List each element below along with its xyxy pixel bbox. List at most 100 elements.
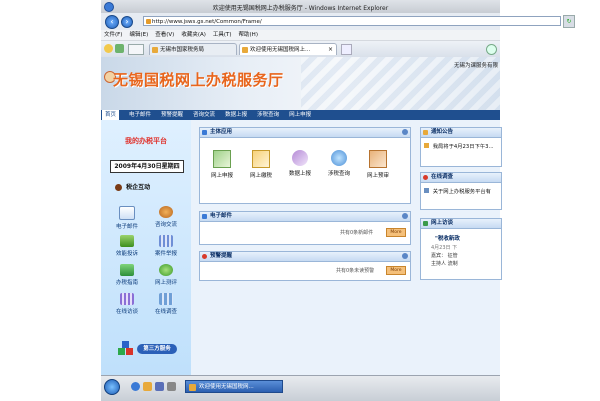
survey-text: 关于网上办税服务平台有 [432, 189, 491, 195]
nav-online-filing[interactable]: 网上申报 [289, 110, 311, 120]
sidebar-item-label: 在线访谈 [115, 309, 138, 315]
magic-wand-icon [292, 150, 308, 166]
tab-label: 无锡市国家税务局 [160, 47, 205, 53]
desktop-quicklaunch-icon[interactable] [167, 382, 176, 391]
interview-host: 主持人 流制 [431, 261, 458, 267]
sidebar-item-label: 网上测评 [154, 280, 177, 286]
menu-help[interactable]: 帮助(H) [239, 30, 258, 40]
menu-favorites[interactable]: 收藏夹(A) [181, 30, 206, 40]
sidebar-item-survey[interactable]: 在线调查 [146, 293, 186, 315]
main-nav: 首页 电子邮件 预警提醒 咨询交流 数据上报 涉税查询 网上申报 [101, 110, 500, 120]
sidebar-item-email[interactable]: 电子邮件 [107, 206, 147, 230]
app-online-payment[interactable]: 网上缴税 [244, 150, 278, 179]
warning-count: 共有0条未读预警 [336, 268, 375, 274]
bars-icon [159, 235, 173, 247]
app-pre-review[interactable]: 网上预审 [361, 150, 395, 179]
app-label: 网上缴税 [249, 173, 272, 179]
sidebar-item-guide[interactable]: 办税指南 [107, 264, 147, 286]
site-banner: 无锡国税网上办税服务厅 无锡为课服务有限 [101, 57, 500, 110]
new-tab-button[interactable] [341, 44, 352, 55]
warning-icon [202, 254, 207, 259]
app-data-report[interactable]: 数据上报 [283, 150, 317, 177]
folder-quicklaunch-icon[interactable] [143, 382, 152, 391]
interview-headline[interactable]: "税收新政 [421, 229, 501, 242]
tabs-bar: 无锡市国家税务局 欢迎使用无锡国税网上... × [101, 41, 500, 58]
menu-tools[interactable]: 工具(T) [213, 30, 232, 40]
refresh-button[interactable]: ↻ [563, 15, 575, 28]
nav-data-report[interactable]: 数据上报 [225, 110, 247, 120]
survey-item[interactable]: 关于网上办税服务平台有 [421, 183, 501, 199]
nav-consult[interactable]: 咨询交流 [193, 110, 215, 120]
interview-panel: 网上访谈 "税收新政 4月23日 下 嘉宾： 征管 主持人 流制 [420, 218, 502, 280]
chart-icon [159, 293, 173, 305]
forward-button[interactable]: › [121, 16, 133, 28]
survey-panel: 在线调查 关于网上办税服务平台有 [420, 172, 502, 210]
app-tax-query[interactable]: 涉税查询 [322, 150, 356, 177]
tab-close-icon[interactable]: × [328, 44, 333, 55]
taskbar-task-ie[interactable]: 欢迎使用无锡国税网... [185, 380, 283, 393]
sidebar-item-evaluation[interactable]: 网上测评 [146, 264, 186, 286]
quick-tabs-icon[interactable] [128, 44, 144, 55]
home-icon[interactable] [486, 44, 497, 55]
warning-more-button[interactable]: More [386, 266, 406, 275]
sidebar-item-complaint[interactable]: 效能投诉 [107, 235, 147, 257]
tab-welcome[interactable]: 欢迎使用无锡国税网上... × [239, 43, 337, 55]
sidebar-item-interview[interactable]: 在线访谈 [107, 293, 147, 315]
nav-tax-query[interactable]: 涉税查询 [257, 110, 279, 120]
email-panel-title: 电子邮件 [210, 213, 233, 219]
notice-panel-header: 通知公告 [421, 128, 501, 138]
box-icon [369, 150, 387, 168]
menu-bar: 文件(F) 编辑(E) 查看(V) 收藏夹(A) 工具(T) 帮助(H) [101, 30, 500, 41]
section-label: 税企互动 [126, 184, 151, 191]
panel-icon [202, 130, 207, 135]
start-button[interactable] [104, 379, 120, 395]
sidebar-item-label: 办税指南 [115, 280, 138, 286]
media-quicklaunch-icon[interactable] [155, 382, 164, 391]
interview-icon [423, 221, 428, 226]
tab-tax-bureau[interactable]: 无锡市国家税务局 [149, 43, 237, 55]
interview-guest: 嘉宾： 征管 [431, 253, 458, 259]
app-label: 网上申报 [210, 173, 233, 179]
menu-edit[interactable]: 编辑(E) [129, 30, 148, 40]
nav-warning[interactable]: 预警提醒 [161, 110, 183, 120]
ie-quicklaunch-icon[interactable] [131, 382, 140, 391]
sidebar-item-consult[interactable]: 咨询交流 [146, 206, 186, 228]
section-icon [115, 184, 122, 191]
nav-home[interactable]: 首页 [102, 110, 120, 120]
sidebar-item-label: 咨询交流 [154, 222, 177, 228]
collapse-icon[interactable] [402, 213, 408, 219]
add-favorites-icon[interactable] [115, 44, 124, 53]
warning-panel-header: 预警提醒 [200, 252, 410, 262]
tab-favicon [152, 47, 158, 53]
document-icon [213, 150, 231, 168]
email-icon [202, 214, 207, 219]
sidebar-item-report[interactable]: 案件举报 [146, 235, 186, 257]
survey-panel-header: 在线调查 [421, 173, 501, 183]
app-label: 网上预审 [366, 173, 389, 179]
notice-item[interactable]: 我局将于4月23日下午3... [421, 138, 501, 154]
book-icon [120, 264, 134, 276]
favorites-star-icon[interactable] [104, 44, 113, 53]
task-favicon [189, 384, 196, 391]
app-online-filing[interactable]: 网上申报 [205, 150, 239, 179]
app-label: 数据上报 [288, 171, 311, 177]
back-button[interactable]: ‹ [105, 15, 119, 29]
collapse-icon[interactable] [402, 253, 408, 259]
collapse-icon[interactable] [402, 129, 408, 135]
notice-text: 我局将于4月23日下午3... [432, 144, 494, 150]
window-title: 欢迎使用无锡国税网上办税服务厅 - Windows Internet Explo… [212, 5, 389, 12]
address-input[interactable]: http://www.jsws.gs.net/Common/Frame/ [143, 16, 561, 26]
tab-label: 欢迎使用无锡国税网上... [250, 47, 311, 53]
third-party-service-button[interactable]: 第三方服务 [117, 340, 177, 358]
menu-view[interactable]: 查看(V) [155, 30, 174, 40]
download-icon [120, 235, 134, 247]
apps-panel-title: 主体应用 [210, 129, 233, 135]
nav-email[interactable]: 电子邮件 [129, 110, 151, 120]
apps-panel: 主体应用 网上申报 网上缴税 数据上报 涉税查询 网上预审 [199, 127, 411, 204]
menu-file[interactable]: 文件(F) [104, 30, 122, 40]
notice-title: 通知公告 [431, 129, 454, 135]
apps-panel-header: 主体应用 [200, 128, 410, 138]
people-icon [159, 206, 173, 218]
email-more-button[interactable]: More [386, 228, 406, 237]
notice-panel: 通知公告 我局将于4月23日下午3... [420, 127, 502, 167]
